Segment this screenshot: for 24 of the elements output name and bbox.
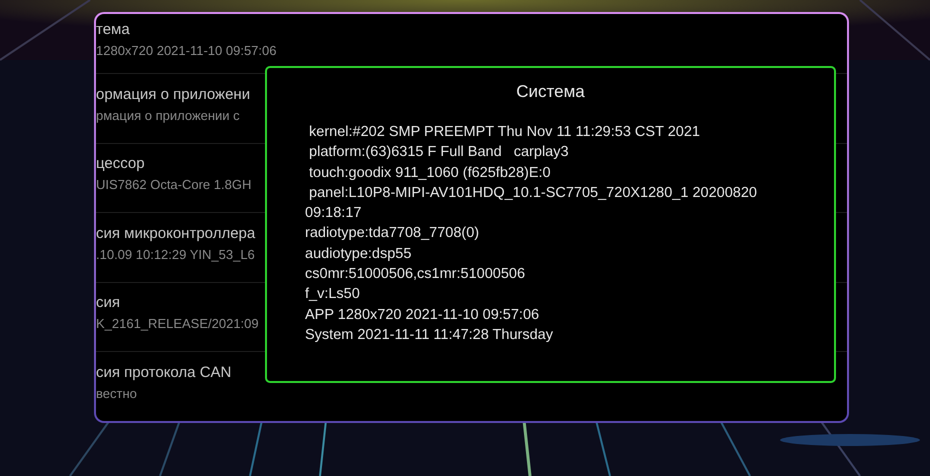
- item-subtitle: K_2161_RELEASE/2021:09: [96, 316, 259, 332]
- info-line: radiotype:tda7708_7708(0): [305, 224, 480, 244]
- item-subtitle: 1280x720 2021-11-10 09:57:06: [96, 43, 276, 58]
- info-line: APP 1280x720 2021-11-10 09:57:06: [305, 306, 540, 325]
- item-subtitle: вестно: [96, 386, 137, 401]
- item-subtitle: .10.09 10:12:29 YIN_53_L6: [96, 246, 255, 262]
- info-line: panel:L10P8-MIPI-AV101HDQ_10.1-SC7705_720X1280_1 20200820: [308, 184, 758, 203]
- item-title: сия протокола CAN: [96, 364, 232, 381]
- dialog-title: Система: [515, 82, 586, 102]
- item-title: ормация о приложени: [96, 86, 250, 103]
- item-subtitle: UIS7862 Octa-Core 1.8GH: [96, 177, 252, 192]
- info-line: platform:(63)6315 F Full Band carplay3: [308, 143, 570, 162]
- info-line: f_v:Ls50: [305, 285, 361, 304]
- info-line: audiotype:dsp55: [305, 244, 412, 264]
- item-title: тема: [96, 21, 130, 38]
- item-title: сия: [96, 294, 120, 312]
- info-line: cs0mr:51000506,cs1mr:51000506: [305, 265, 526, 284]
- info-line: 09:18:17: [305, 204, 362, 224]
- info-line: touch:goodix 911_1060 (f625fb28)E:0: [308, 164, 552, 183]
- info-line: System 2021-11-11 11:47:28 Thursday: [305, 326, 554, 345]
- item-title: цессор: [96, 155, 145, 172]
- item-title: сия микроконтроллера: [96, 224, 256, 242]
- info-line: kernel:#202 SMP PREEMPT Thu Nov 11 11:29:53 CST 2021: [308, 123, 701, 142]
- item-subtitle: рмация о приложении с: [96, 108, 240, 123]
